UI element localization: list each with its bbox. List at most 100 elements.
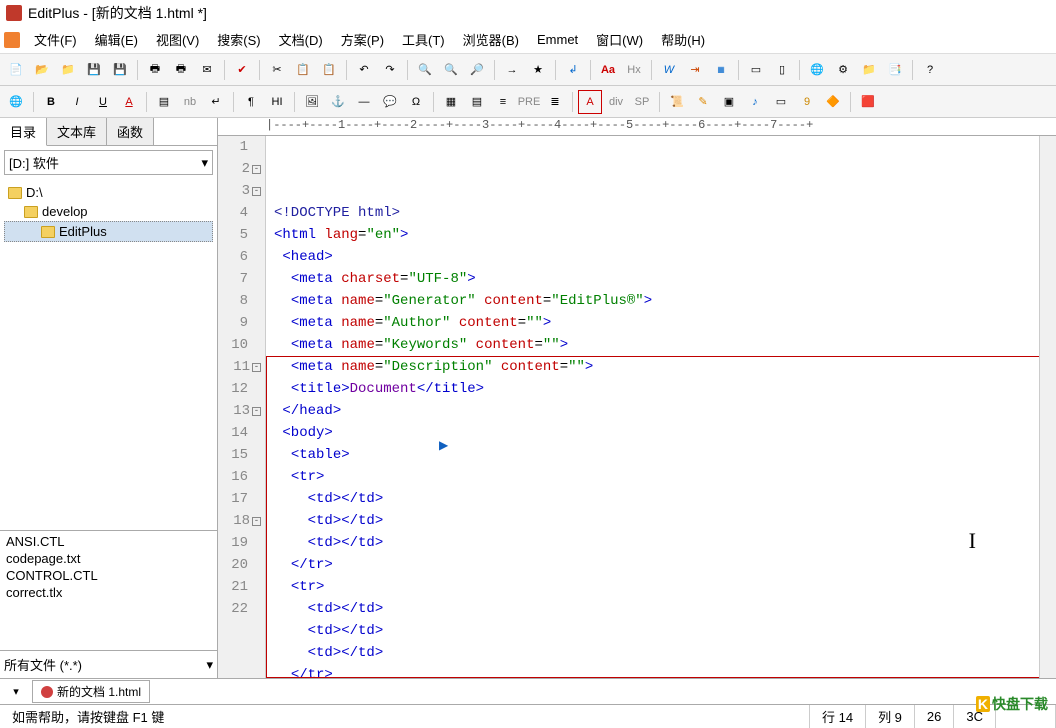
code-line[interactable]: <tr> bbox=[274, 576, 1056, 598]
sound-icon[interactable]: ♪ bbox=[743, 90, 767, 114]
line-gutter[interactable]: 1 2 -3 -4 5 6 7 8 9 10 11 -12 13 -14 15 … bbox=[218, 136, 266, 678]
code-line[interactable]: <head> bbox=[274, 246, 1056, 268]
table-icon[interactable]: ▦ bbox=[439, 90, 463, 114]
code-line[interactable]: <meta name="Keywords" content=""> bbox=[274, 334, 1056, 356]
comment-icon[interactable]: 💬 bbox=[378, 90, 402, 114]
menu-document[interactable]: 文档(D) bbox=[271, 27, 331, 52]
menu-search[interactable]: 搜索(S) bbox=[209, 27, 268, 52]
image-icon[interactable]: 🖼 bbox=[300, 90, 324, 114]
column-icon[interactable]: ▦ bbox=[709, 58, 733, 82]
save-all-icon[interactable]: 💾 bbox=[108, 58, 132, 82]
line-number[interactable]: 11 - bbox=[218, 356, 261, 378]
object-icon[interactable]: ▣ bbox=[717, 90, 741, 114]
open-file-icon[interactable]: 📂 bbox=[30, 58, 54, 82]
code-line[interactable]: <!DOCTYPE html> bbox=[274, 202, 1056, 224]
fold-icon[interactable]: - bbox=[252, 363, 261, 372]
code-line[interactable]: <meta name="Generator" content="EditPlus… bbox=[274, 290, 1056, 312]
code-line[interactable]: <title>Document</title> bbox=[274, 378, 1056, 400]
save-icon[interactable]: 💾 bbox=[82, 58, 106, 82]
code-line[interactable]: <td></td> bbox=[274, 532, 1056, 554]
fold-icon[interactable]: - bbox=[252, 407, 261, 416]
split-icon[interactable]: ▯ bbox=[770, 58, 794, 82]
font-color-icon[interactable]: A bbox=[117, 90, 141, 114]
code-line[interactable]: <td></td> bbox=[274, 598, 1056, 620]
settings-icon[interactable]: ⚙ bbox=[831, 58, 855, 82]
line-number[interactable]: 18 - bbox=[218, 510, 261, 532]
line-number[interactable]: 17 bbox=[218, 488, 261, 510]
hr-icon[interactable]: — bbox=[352, 90, 376, 114]
whitespace-icon[interactable]: W bbox=[657, 58, 681, 82]
span-icon[interactable]: SP bbox=[630, 90, 654, 114]
code-line[interactable]: <meta charset="UTF-8"> bbox=[274, 268, 1056, 290]
mail-icon[interactable]: ✉ bbox=[195, 58, 219, 82]
toggle-icon[interactable]: 9 bbox=[795, 90, 819, 114]
palette-icon[interactable]: 🟥 bbox=[856, 90, 880, 114]
code-line[interactable]: <td></td> bbox=[274, 620, 1056, 642]
tree-item[interactable]: EditPlus bbox=[4, 221, 213, 242]
file-item[interactable]: CONTROL.CTL bbox=[6, 567, 211, 584]
br-icon[interactable]: ↵ bbox=[204, 90, 228, 114]
tab-directory[interactable]: 目录 bbox=[0, 118, 47, 146]
wordwrap-icon[interactable]: ↲ bbox=[561, 58, 585, 82]
heading-icon[interactable]: HI bbox=[265, 90, 289, 114]
script-icon[interactable]: 📜 bbox=[665, 90, 689, 114]
replace-icon[interactable]: 🔍 bbox=[439, 58, 463, 82]
print-preview-icon[interactable]: 🖶 bbox=[169, 58, 193, 82]
line-number[interactable]: 13 - bbox=[218, 400, 261, 422]
line-number[interactable]: 9 bbox=[218, 312, 261, 334]
form-icon[interactable]: ▤ bbox=[465, 90, 489, 114]
find-icon[interactable]: 🔍 bbox=[413, 58, 437, 82]
line-number[interactable]: 1 bbox=[218, 136, 261, 158]
menu-tools[interactable]: 工具(T) bbox=[394, 27, 453, 52]
redo-icon[interactable]: ↷ bbox=[378, 58, 402, 82]
goto-icon[interactable]: → bbox=[500, 58, 524, 82]
video-icon[interactable]: ▭ bbox=[769, 90, 793, 114]
line-number[interactable]: 10 bbox=[218, 334, 261, 356]
format-icon[interactable]: ▤ bbox=[152, 90, 176, 114]
folder-icon[interactable]: 📁 bbox=[857, 58, 881, 82]
help-icon[interactable]: ? bbox=[918, 58, 942, 82]
browser-icon[interactable]: 🌐 bbox=[805, 58, 829, 82]
italic-icon[interactable]: I bbox=[65, 90, 89, 114]
tree-item[interactable]: D:\ bbox=[4, 183, 213, 202]
ol-icon[interactable]: ≣ bbox=[543, 90, 567, 114]
document-tab[interactable]: 新的文档 1.html bbox=[32, 680, 150, 703]
line-number[interactable]: 2 - bbox=[218, 158, 261, 180]
code-line[interactable]: <html lang="en"> bbox=[274, 224, 1056, 246]
file-item[interactable]: correct.tlx bbox=[6, 584, 211, 601]
bold-icon[interactable]: B bbox=[39, 90, 63, 114]
menu-emmet[interactable]: Emmet bbox=[529, 29, 586, 50]
code-line[interactable]: <body> bbox=[274, 422, 1056, 444]
window-icon[interactable]: ▭ bbox=[744, 58, 768, 82]
globe-icon[interactable]: 🌐 bbox=[4, 90, 28, 114]
undo-icon[interactable]: ↶ bbox=[352, 58, 376, 82]
code-line[interactable]: <table> bbox=[274, 444, 1056, 466]
pre-icon[interactable]: PRE bbox=[517, 90, 541, 114]
hex-icon[interactable]: Hx bbox=[622, 58, 646, 82]
new-file-icon[interactable]: 📄 bbox=[4, 58, 28, 82]
code-line[interactable]: <tr> bbox=[274, 466, 1056, 488]
line-number[interactable]: 21 bbox=[218, 576, 261, 598]
open-remote-icon[interactable]: 📁 bbox=[56, 58, 80, 82]
indent-icon[interactable]: ⇥ bbox=[683, 58, 707, 82]
spell-check-icon[interactable]: ✔ bbox=[230, 58, 254, 82]
code-line[interactable]: <td></td> bbox=[274, 642, 1056, 664]
file-filter[interactable]: 所有文件 (*.*) ▾ bbox=[0, 650, 217, 678]
line-number[interactable]: 5 bbox=[218, 224, 261, 246]
line-number[interactable]: 8 bbox=[218, 290, 261, 312]
code-line[interactable]: </tr> bbox=[274, 664, 1056, 678]
line-number[interactable]: 14 bbox=[218, 422, 261, 444]
drive-selector[interactable]: [D:] 软件 ▾ bbox=[4, 150, 213, 175]
line-number[interactable]: 12 bbox=[218, 378, 261, 400]
menu-help[interactable]: 帮助(H) bbox=[653, 27, 713, 52]
code-line[interactable]: <td></td> bbox=[274, 510, 1056, 532]
vertical-scrollbar[interactable] bbox=[1039, 136, 1056, 678]
file-list[interactable]: ANSI.CTLcodepage.txtCONTROL.CTLcorrect.t… bbox=[0, 530, 217, 650]
line-number[interactable]: 22 bbox=[218, 598, 261, 620]
menu-file[interactable]: 文件(F) bbox=[26, 27, 85, 52]
line-number[interactable]: 4 bbox=[218, 202, 261, 224]
code-line[interactable]: </tr> bbox=[274, 554, 1056, 576]
copy-icon[interactable]: 📋 bbox=[291, 58, 315, 82]
menu-project[interactable]: 方案(P) bbox=[333, 27, 392, 52]
case-icon[interactable]: Aa bbox=[596, 58, 620, 82]
